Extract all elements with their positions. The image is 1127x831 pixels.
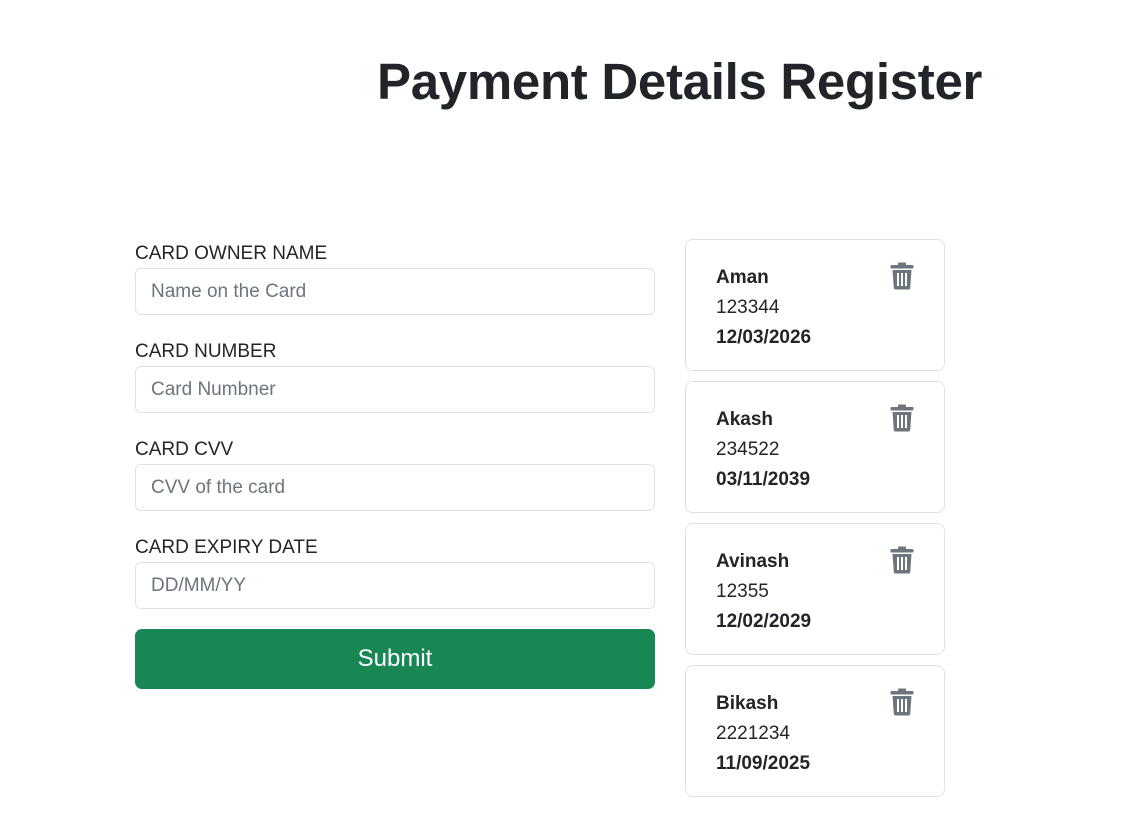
card-number: 12355 <box>716 581 769 602</box>
cvv-label: CARD CVV <box>135 439 234 460</box>
card-number-input[interactable] <box>135 366 655 413</box>
trash-icon <box>890 688 914 716</box>
card-expiry: 12/02/2029 <box>716 611 812 632</box>
card-item: Avinash 12355 12/02/2029 <box>685 523 945 655</box>
owner-name-group: CARD OWNER NAME <box>135 242 655 315</box>
submit-button[interactable]: Submit <box>135 629 655 689</box>
card-expiry: 03/11/2039 <box>716 469 811 490</box>
card-number-label: CARD NUMBER <box>135 341 277 362</box>
expiry-input[interactable] <box>135 562 655 609</box>
delete-card-button[interactable] <box>890 262 914 290</box>
trash-icon <box>890 262 914 290</box>
card-number: 234522 <box>716 439 780 460</box>
page-title: Payment Details Register <box>377 53 983 110</box>
trash-icon <box>890 546 914 574</box>
card-owner-name: Avinash <box>716 551 790 572</box>
card-list: Aman 123344 12/03/2026 Akash 234522 03/1… <box>685 239 945 807</box>
expiry-label: CARD EXPIRY DATE <box>135 537 318 558</box>
owner-name-input[interactable] <box>135 268 655 315</box>
card-owner-name: Akash <box>716 409 774 430</box>
card-expiry: 11/09/2025 <box>716 753 811 774</box>
card-item: Aman 123344 12/03/2026 <box>685 239 945 371</box>
payment-form: CARD OWNER NAME CARD NUMBER CARD CVV CAR… <box>135 242 655 689</box>
card-number: 2221234 <box>716 723 790 744</box>
owner-name-label: CARD OWNER NAME <box>135 243 328 264</box>
card-item: Bikash 2221234 11/09/2025 <box>685 665 945 797</box>
card-owner-name: Aman <box>716 267 769 288</box>
delete-card-button[interactable] <box>890 404 914 432</box>
trash-icon <box>890 404 914 432</box>
card-number-group: CARD NUMBER <box>135 340 655 413</box>
cvv-group: CARD CVV <box>135 438 655 511</box>
card-number: 123344 <box>716 297 780 318</box>
card-expiry: 12/03/2026 <box>716 327 812 348</box>
cvv-input[interactable] <box>135 464 655 511</box>
delete-card-button[interactable] <box>890 546 914 574</box>
card-item: Akash 234522 03/11/2039 <box>685 381 945 513</box>
expiry-group: CARD EXPIRY DATE <box>135 536 655 609</box>
card-owner-name: Bikash <box>716 693 779 714</box>
delete-card-button[interactable] <box>890 688 914 716</box>
